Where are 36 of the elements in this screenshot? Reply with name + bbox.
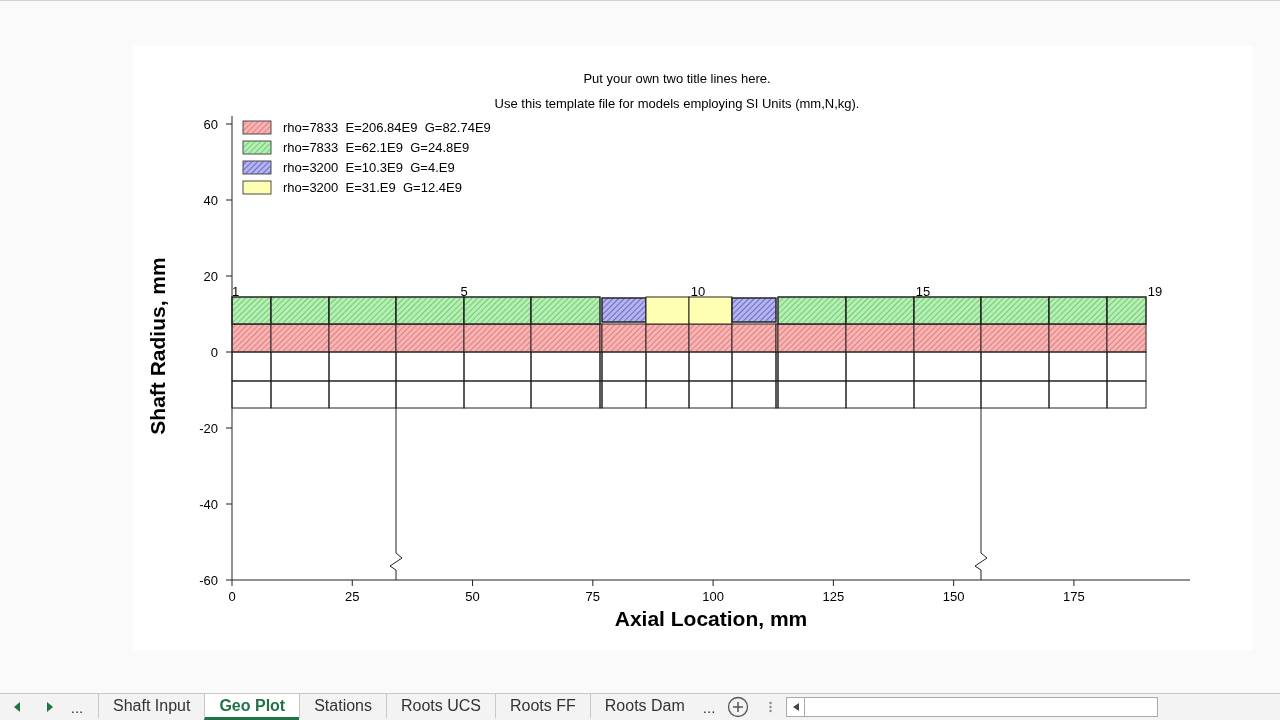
x-tick-label: 175 bbox=[1063, 589, 1085, 604]
y-tick-label: 20 bbox=[203, 269, 218, 284]
x-tick-label: 75 bbox=[585, 589, 601, 604]
legend-label: rho=7833 E=206.84E9 G=82.74E9 bbox=[283, 120, 491, 135]
y-tick-label: -40 bbox=[199, 497, 218, 512]
station-number: 5 bbox=[460, 284, 468, 299]
x-tick-label: 50 bbox=[465, 589, 480, 604]
y-tick-label: -20 bbox=[199, 421, 218, 436]
sheet-tab[interactable]: Geo Plot bbox=[204, 694, 300, 720]
sheet-tab[interactable]: Roots Dam bbox=[589, 694, 699, 720]
station-number: 19 bbox=[1147, 284, 1163, 299]
more-tabs-indicator[interactable]: ... bbox=[698, 694, 722, 720]
legend-label: rho=3200 E=10.3E9 G=4.E9 bbox=[283, 160, 455, 175]
station-number: 1 bbox=[232, 284, 240, 299]
chart-title: Use this template file for models employing SI Units (mm,N,kg). bbox=[494, 96, 860, 111]
x-tick-label: 100 bbox=[702, 589, 724, 604]
station-number: 15 bbox=[915, 284, 931, 299]
y-tick-label: 60 bbox=[203, 117, 218, 132]
chart-title: Put your own two title lines here. bbox=[583, 71, 771, 86]
legend-label: rho=3200 E=31.E9 G=12.4E9 bbox=[283, 180, 462, 195]
x-tick-label: 0 bbox=[228, 589, 236, 604]
sheet-tab[interactable]: Roots UCS bbox=[386, 694, 495, 720]
sheet-tab[interactable]: Roots FF bbox=[495, 694, 590, 720]
legend-label: rho=7833 E=62.1E9 G=24.8E9 bbox=[283, 140, 470, 155]
station-number: 10 bbox=[690, 284, 706, 299]
y-tick-label: 0 bbox=[210, 345, 218, 360]
x-tick-label: 25 bbox=[345, 589, 360, 604]
x-axis-title: Axial Location, mm bbox=[614, 607, 808, 630]
y-tick-label: 40 bbox=[203, 193, 218, 208]
y-axis-title: Shaft Radius, mm bbox=[146, 257, 169, 435]
y-tick-label: -60 bbox=[199, 573, 218, 588]
more-sheets-button[interactable]: ... bbox=[66, 694, 88, 720]
horizontal-scrollbar[interactable] bbox=[786, 697, 1159, 717]
sheet-tab[interactable]: Stations bbox=[299, 694, 386, 720]
x-tick-label: 125 bbox=[822, 589, 845, 604]
x-tick-label: 150 bbox=[942, 589, 965, 604]
